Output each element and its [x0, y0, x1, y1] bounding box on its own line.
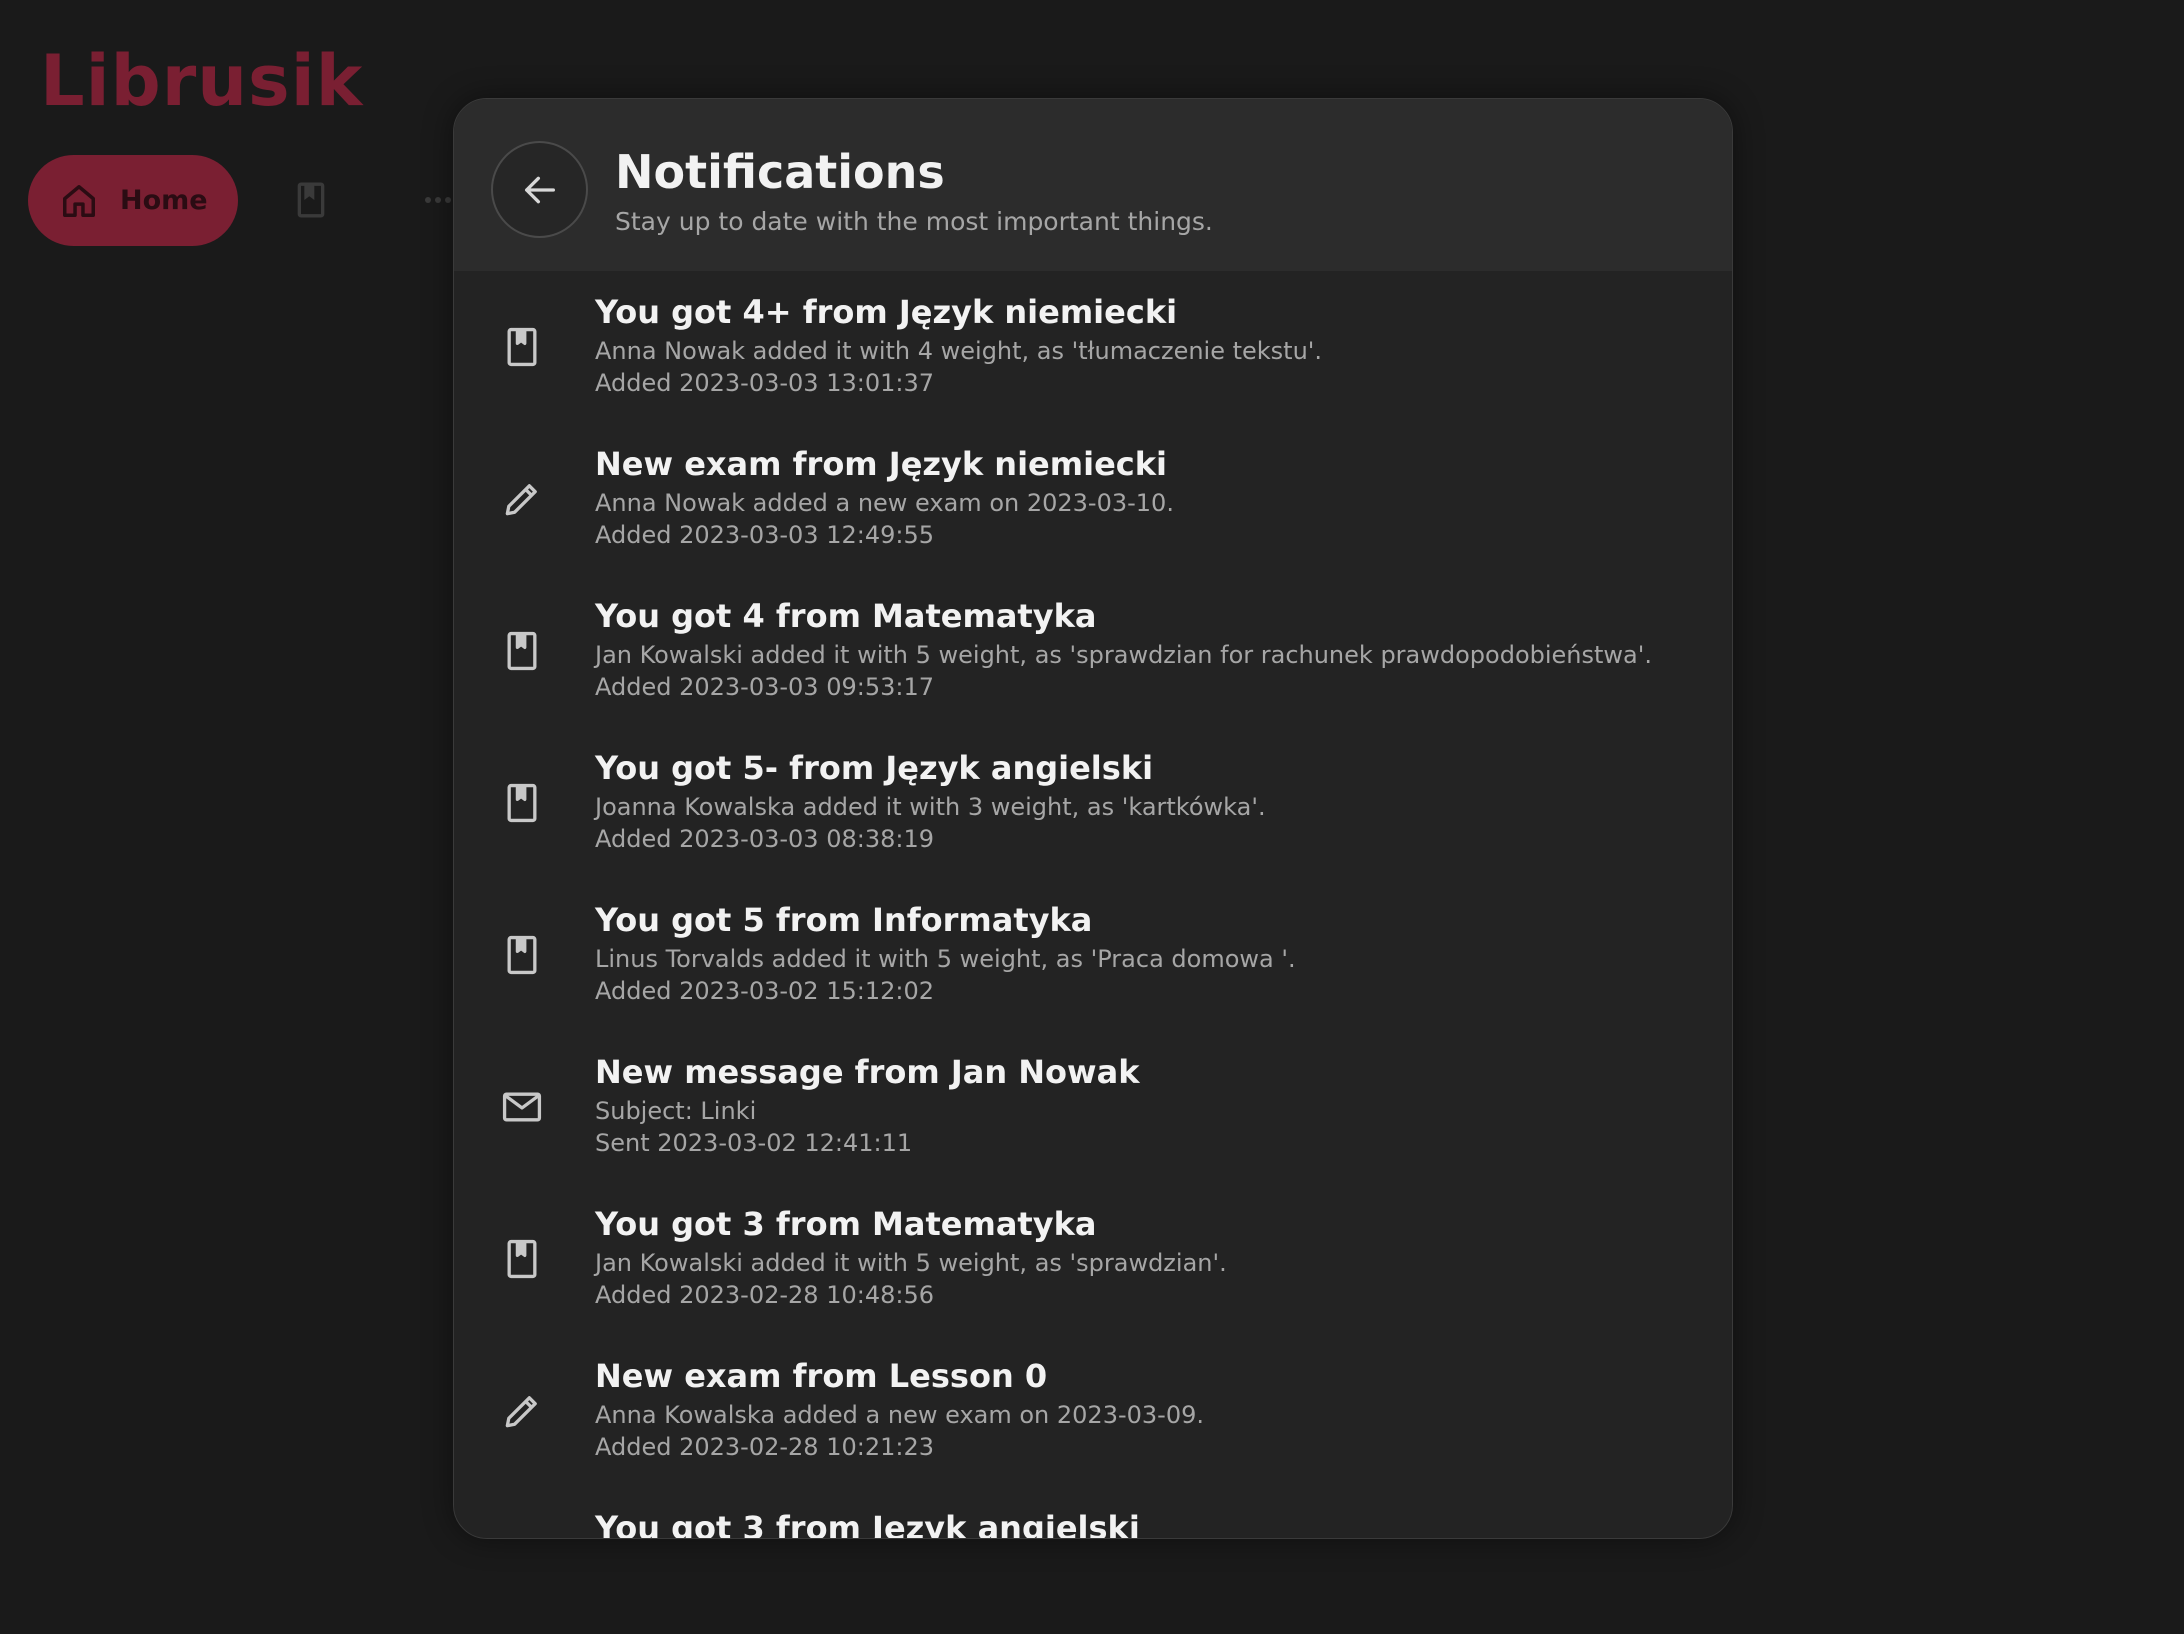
more-nav-icon[interactable]: [424, 190, 454, 210]
home-icon: [63, 184, 95, 217]
notification-title: You got 3 from Matematyka: [595, 1205, 1097, 1243]
notification-time: Added 2023-03-03 09:53:17: [595, 673, 934, 701]
back-button[interactable]: [491, 141, 588, 238]
notification-title: New message from Jan Nowak: [595, 1053, 1140, 1091]
notification-title: You got 5 from Informatyka: [595, 901, 1093, 939]
app-title: Librusik: [40, 40, 364, 122]
pencil-icon: [500, 477, 544, 521]
notification-title: You got 5- from Język angielski: [595, 749, 1154, 787]
notification-item[interactable]: You got 3 from Język angielski: [454, 1487, 1732, 1539]
dialog-header: Notifications Stay up to date with the m…: [454, 99, 1732, 271]
notification-item[interactable]: New exam from Język niemiecki Anna Nowak …: [454, 423, 1732, 575]
notification-title: You got 4+ from Język niemiecki: [595, 293, 1178, 331]
arrow-left-icon: [524, 176, 555, 203]
notification-title: You got 3 from Język angielski: [595, 1509, 1140, 1539]
notification-time: Added 2023-03-03 13:01:37: [595, 369, 934, 397]
notification-description: Anna Nowak added a new exam on 2023-03-1…: [595, 489, 1174, 517]
notification-description: Joanna Kowalska added it with 3 weight, …: [595, 793, 1266, 821]
dialog-title: Notifications: [615, 145, 945, 199]
notification-time: Added 2023-02-28 10:48:56: [595, 1281, 934, 1309]
pencil-icon: [500, 1389, 544, 1433]
notification-description: Anna Nowak added it with 4 weight, as 't…: [595, 337, 1323, 365]
notification-time: Added 2023-03-03 08:38:19: [595, 825, 934, 853]
notifications-dialog: Notifications Stay up to date with the m…: [453, 98, 1733, 1539]
home-button[interactable]: Home: [28, 155, 238, 246]
notification-item[interactable]: New message from Jan Nowak Subject: Linki…: [454, 1031, 1732, 1183]
book-icon: [500, 629, 544, 673]
notifications-list: You got 4+ from Język niemiecki Anna Nowa…: [454, 271, 1732, 1539]
notification-title: New exam from Lesson 0: [595, 1357, 1048, 1395]
book-icon: [500, 1237, 544, 1281]
notification-item[interactable]: You got 3 from Matematyka Jan Kowalski ad…: [454, 1183, 1732, 1335]
notification-description: Anna Kowalska added a new exam on 2023-0…: [595, 1401, 1204, 1429]
notification-item[interactable]: You got 5- from Język angielski Joanna Ko…: [454, 727, 1732, 879]
notification-time: Added 2023-03-03 12:49:55: [595, 521, 934, 549]
notification-title: New exam from Język niemiecki: [595, 445, 1167, 483]
mail-icon: [500, 1085, 544, 1129]
home-label: Home: [120, 185, 208, 216]
notification-time: Added 2023-03-02 15:12:02: [595, 977, 934, 1005]
notification-description: Jan Kowalski added it with 5 weight, as …: [595, 641, 1652, 669]
notification-title: You got 4 from Matematyka: [595, 597, 1097, 635]
book-icon: [500, 933, 544, 977]
notification-item[interactable]: New exam from Lesson 0 Anna Kowalska adde…: [454, 1335, 1732, 1487]
dialog-subtitle: Stay up to date with the most important …: [615, 207, 1213, 236]
notification-item[interactable]: You got 4+ from Język niemiecki Anna Nowa…: [454, 271, 1732, 423]
book-icon: [500, 781, 544, 825]
notification-description: Subject: Linki: [595, 1097, 757, 1125]
notification-time: Sent 2023-03-02 12:41:11: [595, 1129, 913, 1157]
notification-item[interactable]: You got 5 from Informatyka Linus Torvalds…: [454, 879, 1732, 1031]
notification-description: Linus Torvalds added it with 5 weight, a…: [595, 945, 1296, 973]
book-icon: [500, 325, 544, 369]
notification-time: Added 2023-02-28 10:21:23: [595, 1433, 934, 1461]
notification-description: Jan Kowalski added it with 5 weight, as …: [595, 1249, 1227, 1277]
notification-item[interactable]: You got 4 from Matematyka Jan Kowalski ad…: [454, 575, 1732, 727]
grades-nav-icon[interactable]: [291, 180, 331, 220]
